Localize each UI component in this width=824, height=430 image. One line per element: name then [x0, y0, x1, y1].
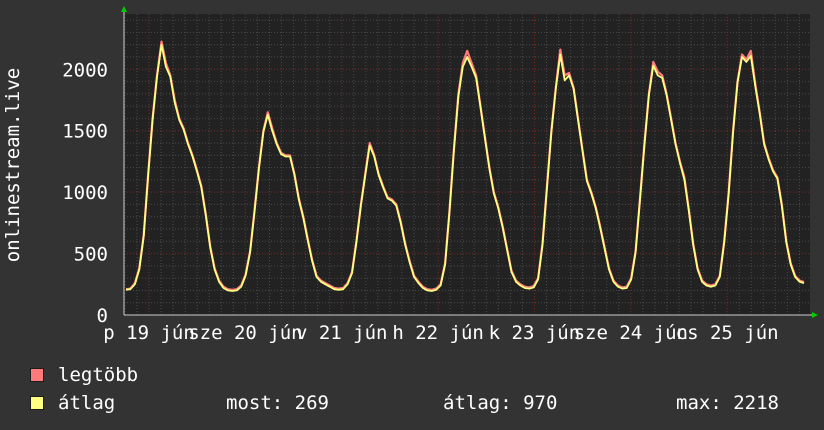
y-tick-label: 1500 [62, 121, 108, 143]
legend-max-swatch [30, 368, 44, 382]
stat-avg: átlag: 970 [443, 392, 558, 414]
y-axis-ticks: 0500100015002000 [62, 59, 108, 327]
legend-avg: átlag [30, 392, 115, 414]
x-tick-label: cs 25 jún [676, 322, 779, 344]
y-tick-label: 2000 [62, 59, 108, 81]
x-tick-label: v 21 jún [296, 322, 388, 344]
x-tick-label: h 22 jún [392, 322, 484, 344]
legend-max-label: legtöbb [58, 364, 139, 386]
y-axis-arrow-icon [121, 6, 127, 12]
legend-avg-label: átlag [58, 392, 116, 414]
y-tick-label: 500 [74, 244, 108, 266]
stat-now: most: 269 [226, 392, 329, 414]
legend-avg-swatch [30, 396, 44, 410]
x-tick-label: k 23 jún [489, 322, 581, 344]
legend-max: legtöbb [30, 364, 138, 386]
y-axis-label: onlinestream.live [2, 68, 24, 262]
traffic-chart: 0500100015002000 p 19 júnsze 20 júnv 21 … [2, 6, 818, 344]
x-axis-arrow-icon [812, 312, 818, 318]
x-tick-label: p 19 jún [103, 322, 195, 344]
x-tick-label: sze 24 jún [574, 322, 688, 344]
x-axis-ticks: p 19 júnsze 20 júnv 21 jún h 22 jún k 23 j… [103, 322, 778, 344]
stat-max: max: 2218 [676, 392, 779, 414]
y-tick-label: 1000 [62, 182, 108, 204]
x-tick-label: sze 20 jún [188, 322, 302, 344]
